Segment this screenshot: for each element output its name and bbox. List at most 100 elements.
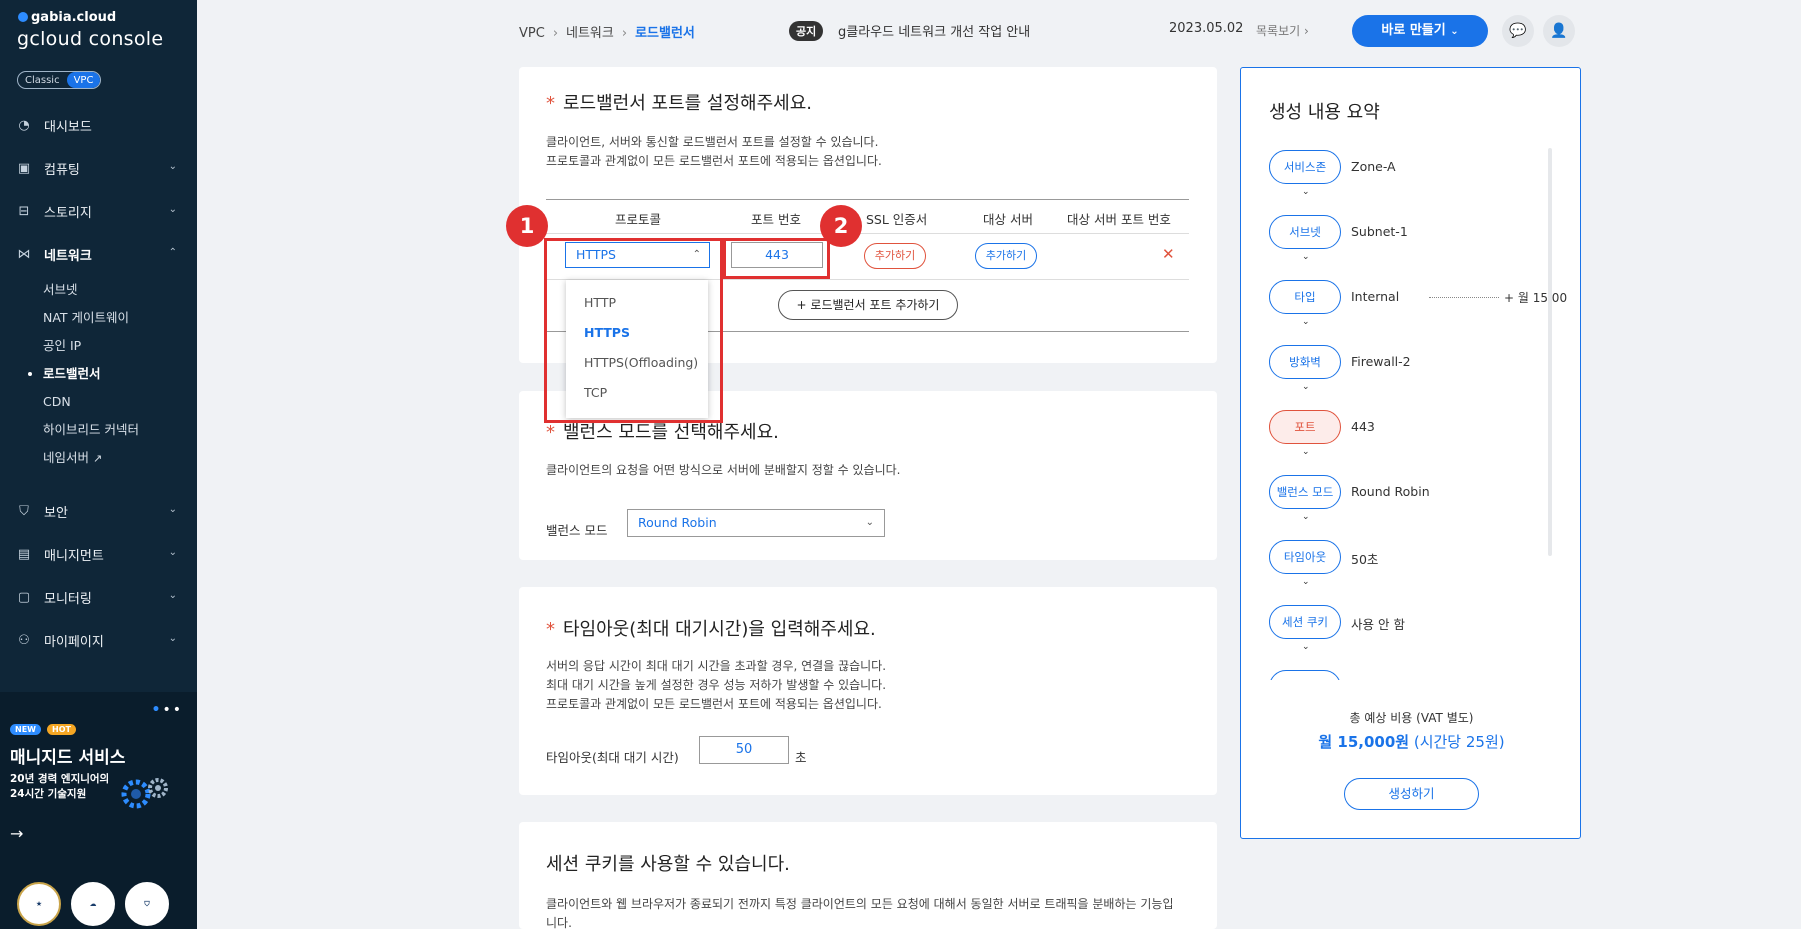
- session-section-desc: 클라이언트와 웹 브라우저가 종료되기 전까지 특정 클라이언트의 모든 요청에…: [546, 897, 1174, 929]
- sidebar-item-computing[interactable]: ▣ 컴퓨팅 ⌄: [0, 147, 197, 190]
- summary-value: Firewall-2: [1351, 354, 1411, 369]
- timeout-input[interactable]: 50: [699, 736, 789, 764]
- classic-vpc-switch[interactable]: Classic VPC: [17, 71, 102, 89]
- promo-banner[interactable]: ••• NEW HOT 매니지드 서비스 20년 경력 엔지니어의 24시간 기…: [0, 692, 197, 929]
- plus-icon: +: [796, 298, 807, 312]
- promo-title: 매니지드 서비스: [10, 748, 126, 768]
- csap-badge: ⛉: [125, 882, 169, 926]
- quick-create-button[interactable]: 바로 만들기 ⌄: [1352, 15, 1488, 47]
- col-protocol: 프로토콜: [615, 212, 662, 227]
- timeout-unit: 초: [795, 750, 807, 765]
- add-target-server-button[interactable]: 추가하기: [975, 243, 1037, 269]
- list-item: 밸런스 모드 Round Robin ⌄: [1269, 475, 1567, 540]
- summary-value: 사용 안 함: [1351, 617, 1405, 632]
- breadcrumb-network[interactable]: 네트워크: [566, 26, 614, 41]
- chevron-down-icon: ⌄: [865, 517, 874, 528]
- summary-key: 포트: [1269, 410, 1341, 444]
- sidebar-sub-nameserver[interactable]: 네임서버 ↗: [0, 444, 197, 472]
- certification-badges: ★ ☁ ⛉: [17, 882, 169, 926]
- arrow-right-icon[interactable]: →: [10, 824, 23, 843]
- sidebar-sub-cdn[interactable]: CDN: [0, 388, 197, 416]
- summary-value: 443: [1351, 419, 1375, 434]
- balance-mode-select[interactable]: Round Robin ⌄: [627, 509, 885, 537]
- sidebar-nav: ◔ 대시보드 ▣ 컴퓨팅 ⌄ ⊟ 스토리지 ⌄ ⋈ 네트워크 ⌃ 서브넷 NAT…: [0, 104, 197, 662]
- sidebar-item-storage[interactable]: ⊟ 스토리지 ⌄: [0, 190, 197, 233]
- brand-logo[interactable]: gabia.cloud: [18, 10, 116, 25]
- summary-key: 세션 쿠키: [1269, 605, 1341, 639]
- chevron-right-icon: ›: [552, 26, 559, 41]
- top-header: VPC › 네트워크 › 로드밸런서 공지 g클라우드 네트워크 개선 작업 안내 20…: [197, 0, 1801, 60]
- chat-icon[interactable]: 💬: [1502, 15, 1534, 47]
- notice-list-link[interactable]: 목록보기 ›: [1256, 22, 1309, 39]
- summary-key: 서비스존: [1269, 150, 1341, 184]
- notice-date: 2023.05.02: [1169, 21, 1244, 36]
- chevron-down-icon: ⌄: [1450, 26, 1459, 37]
- create-button[interactable]: 생성하기: [1344, 778, 1479, 810]
- sidebar-item-management[interactable]: ▤ 매니지먼트 ⌄: [0, 533, 197, 576]
- user-icon[interactable]: 👤: [1543, 15, 1575, 47]
- network-icon: ⋈: [17, 246, 31, 262]
- list-item: 서브넷 Subnet-1 ⌄: [1269, 215, 1567, 280]
- chevron-down-icon: ⌄: [1302, 512, 1310, 522]
- sidebar-sub-hybrid-connector[interactable]: 하이브리드 커넥터: [0, 416, 197, 444]
- sidebar-item-dashboard[interactable]: ◔ 대시보드: [0, 104, 197, 147]
- chevron-down-icon: ⌄: [1302, 577, 1310, 587]
- add-load-balancer-port-button[interactable]: + 로드밸런서 포트 추가하기: [778, 290, 958, 320]
- sidebar-sub-nat-gateway[interactable]: NAT 게이트웨이: [0, 304, 197, 332]
- chevron-down-icon: ⌄: [168, 204, 177, 215]
- sidebar-item-network[interactable]: ⋈ 네트워크 ⌃: [0, 233, 197, 276]
- delete-row-icon[interactable]: ✕: [1162, 245, 1175, 263]
- new-badge: NEW: [10, 724, 41, 735]
- chevron-down-icon: ⌄: [1302, 317, 1310, 327]
- timeout-section-title: * 타임아웃(최대 대기시간)을 입력해주세요.: [546, 619, 876, 640]
- chip-icon: ▣: [17, 160, 31, 176]
- switch-vpc[interactable]: VPC: [66, 72, 101, 88]
- chevron-down-icon: ⌄: [168, 547, 177, 558]
- sidebar-item-mypage[interactable]: ⚇ 마이페이지 ⌄: [0, 619, 197, 662]
- switch-classic[interactable]: Classic: [18, 72, 67, 88]
- sidebar-item-monitoring[interactable]: ▢ 모니터링 ⌄: [0, 576, 197, 619]
- cloud-service-badge: ☁: [71, 882, 115, 926]
- chevron-down-icon: ⌄: [168, 161, 177, 172]
- port-section-title: * 로드밸런서 포트를 설정해주세요.: [546, 93, 813, 114]
- col-target-port: 대상 서버 포트 번호: [1067, 212, 1171, 227]
- chevron-down-icon: ⌄: [1302, 187, 1310, 197]
- summary-key: 타입: [1269, 280, 1341, 314]
- sidebar-item-security[interactable]: ⛉ 보안 ⌄: [0, 490, 197, 533]
- hot-badge: HOT: [47, 724, 76, 735]
- chevron-up-icon: ⌃: [168, 247, 177, 258]
- sidebar-sub-load-balancer[interactable]: 로드밸런서: [0, 360, 197, 388]
- col-ssl: SSL 인증서: [866, 212, 928, 227]
- sidebar-sub-public-ip[interactable]: 공인 IP: [0, 332, 197, 360]
- add-ssl-certificate-button[interactable]: 추가하기: [864, 243, 926, 269]
- required-mark: *: [546, 619, 555, 640]
- sidebar-sub-subnet[interactable]: 서브넷: [0, 276, 197, 304]
- balance-section-desc: 클라이언트의 요청을 어떤 방식으로 서버에 분배할지 정할 수 있습니다.: [546, 463, 901, 477]
- required-mark: *: [546, 422, 555, 443]
- chevron-down-icon: ⌄: [168, 504, 177, 515]
- list-item: 포트 443 ⌄: [1269, 410, 1567, 475]
- summary-key: 밸런스 모드: [1269, 475, 1341, 509]
- list-item: 세션 쿠키 사용 안 함 ⌄: [1269, 605, 1567, 670]
- cloud-icon: [18, 12, 28, 22]
- breadcrumb-load-balancer[interactable]: 로드밸런서: [635, 26, 695, 41]
- summary-list[interactable]: 서비스존 Zone-A ⌄ 서브넷 Subnet-1 ⌄ 타입 Internal…: [1269, 150, 1567, 680]
- summary-key: [1269, 670, 1341, 680]
- summary-title: 생성 내용 요약: [1269, 102, 1380, 123]
- dotted-leader: [1429, 297, 1499, 298]
- chevron-down-icon: ⌄: [168, 590, 177, 601]
- summary-scrollbar[interactable]: [1548, 148, 1552, 556]
- chevron-down-icon: ⌄: [1302, 447, 1310, 457]
- session-section-card: 세션 쿠키를 사용할 수 있습니다. 클라이언트와 웹 브라우저가 종료되기 전…: [519, 822, 1217, 929]
- timeout-section-card: * 타임아웃(최대 대기시간)을 입력해주세요. 서버의 응답 시간이 최대 대기…: [519, 587, 1217, 795]
- session-section-title: 세션 쿠키를 사용할 수 있습니다.: [546, 854, 790, 875]
- breadcrumb: VPC › 네트워크 › 로드밸런서: [519, 22, 695, 41]
- chevron-right-icon: ›: [621, 26, 628, 41]
- breadcrumb-vpc[interactable]: VPC: [519, 26, 545, 41]
- notice-link[interactable]: g클라우드 네트워크 개선 작업 안내: [838, 21, 1030, 40]
- console-title[interactable]: gcloud console: [17, 28, 163, 50]
- chevron-right-icon: ›: [1304, 24, 1309, 38]
- carousel-dots[interactable]: •••: [152, 702, 183, 718]
- summary-value: Zone-A: [1351, 159, 1396, 174]
- port-section-desc: 클라이언트, 서버와 통신할 로드밸런서 포트를 설정할 수 있습니다. 프로토…: [546, 135, 882, 168]
